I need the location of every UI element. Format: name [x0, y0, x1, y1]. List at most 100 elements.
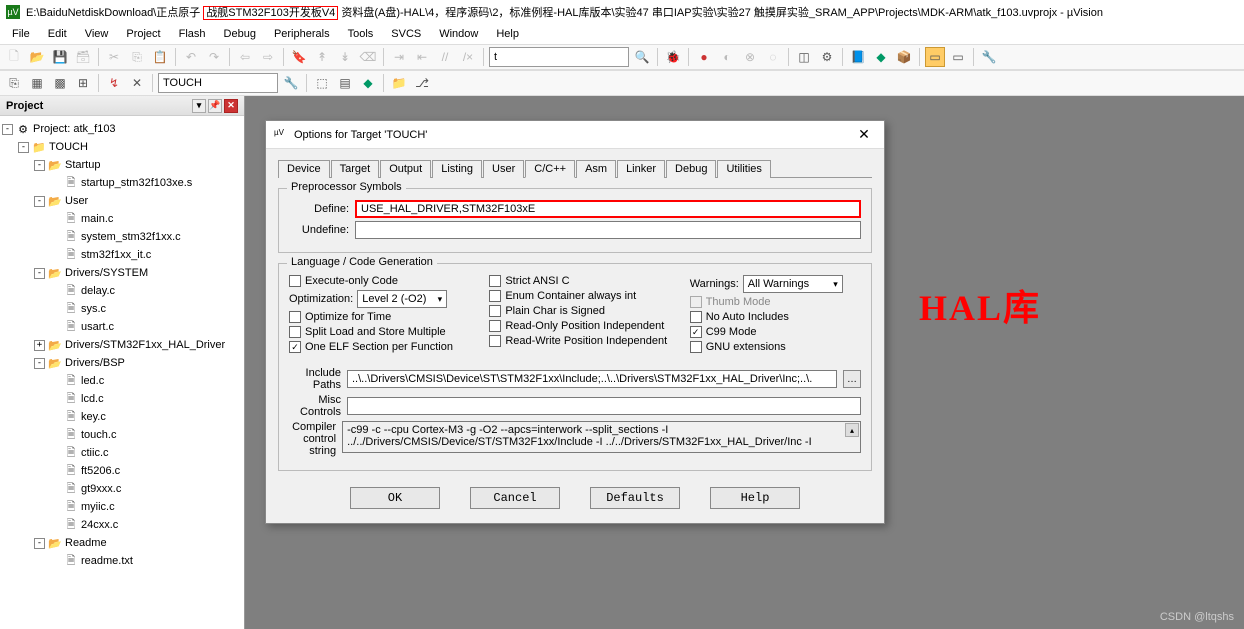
- tree-group[interactable]: -📂Drivers/SYSTEM: [2, 264, 242, 282]
- download-icon[interactable]: ↯: [104, 73, 124, 93]
- tree-group[interactable]: -📂Readme: [2, 534, 242, 552]
- copy-icon[interactable]: ⎘: [127, 47, 147, 67]
- menu-tools[interactable]: Tools: [340, 26, 382, 42]
- option-split-load-and-store-multiple[interactable]: Split Load and Store Multiple: [289, 326, 479, 338]
- view2-icon[interactable]: ▭: [948, 47, 968, 67]
- tree-group[interactable]: -📂Startup: [2, 156, 242, 174]
- tree-file[interactable]: 🗎readme.txt: [2, 552, 242, 570]
- option-read-write-position-independent[interactable]: Read-Write Position Independent: [489, 335, 679, 347]
- tree-file[interactable]: 🗎ctiic.c: [2, 444, 242, 462]
- window-icon[interactable]: ◫: [794, 47, 814, 67]
- nav-back-icon[interactable]: ⇦: [235, 47, 255, 67]
- manage-rte-icon[interactable]: ◆: [871, 47, 891, 67]
- tree-file[interactable]: 🗎sys.c: [2, 300, 242, 318]
- tab-output[interactable]: Output: [380, 160, 431, 178]
- option-no-auto-includes[interactable]: No Auto Includes: [690, 311, 861, 323]
- pane-close-icon[interactable]: ✕: [224, 99, 238, 113]
- dialog-close-icon[interactable]: ✕: [852, 126, 876, 143]
- new-icon[interactable]: 🗋: [4, 47, 24, 67]
- debug-icon[interactable]: 🐞: [663, 47, 683, 67]
- rebuild-icon[interactable]: ▩: [50, 73, 70, 93]
- open-icon[interactable]: 📂: [27, 47, 47, 67]
- wrench-icon[interactable]: 🔧: [979, 47, 999, 67]
- option-enum-container-always-int[interactable]: Enum Container always int: [489, 290, 679, 302]
- folder-icon[interactable]: 📁: [389, 73, 409, 93]
- nav-fwd-icon[interactable]: ⇨: [258, 47, 278, 67]
- tree-file[interactable]: 🗎myiic.c: [2, 498, 242, 516]
- tree-toggle-icon[interactable]: -: [34, 160, 45, 171]
- pane-pin-icon[interactable]: 📌: [208, 99, 222, 113]
- defaults-button[interactable]: Defaults: [590, 487, 680, 509]
- target-options-icon[interactable]: 🔧: [281, 73, 301, 93]
- menu-flash[interactable]: Flash: [171, 26, 214, 42]
- menu-view[interactable]: View: [77, 26, 117, 42]
- tree-toggle-icon[interactable]: -: [34, 268, 45, 279]
- tab-asm[interactable]: Asm: [576, 160, 616, 178]
- option-plain-char-is-signed[interactable]: Plain Char is Signed: [489, 305, 679, 317]
- save-all-icon[interactable]: 🗃: [73, 47, 93, 67]
- target-combo[interactable]: TOUCH: [158, 73, 278, 93]
- tree-file[interactable]: 🗎delay.c: [2, 282, 242, 300]
- indent-icon[interactable]: ⇥: [389, 47, 409, 67]
- option-optimize-for-time[interactable]: Optimize for Time: [289, 311, 479, 323]
- find-icon[interactable]: 🔍: [632, 47, 652, 67]
- include-paths-input[interactable]: ..\..\Drivers\CMSIS\Device\ST\STM32F1xx\…: [347, 370, 837, 388]
- pane-dropdown-icon[interactable]: ▾: [192, 99, 206, 113]
- tree-file[interactable]: 🗎24cxx.c: [2, 516, 242, 534]
- build-icon[interactable]: ▦: [27, 73, 47, 93]
- tree-toggle-icon[interactable]: -: [2, 124, 13, 135]
- option-one-elf-section-per-function[interactable]: ✓One ELF Section per Function: [289, 341, 479, 353]
- warnings-select[interactable]: All Warnings: [743, 275, 843, 293]
- tree-file[interactable]: 🗎led.c: [2, 372, 242, 390]
- config-icon[interactable]: ⚙: [817, 47, 837, 67]
- uncomment-icon[interactable]: /×: [458, 47, 478, 67]
- manage-project-icon[interactable]: ⬚: [312, 73, 332, 93]
- include-browse-button[interactable]: …: [843, 370, 861, 388]
- select-packs-icon[interactable]: ◆: [358, 73, 378, 93]
- menu-project[interactable]: Project: [118, 26, 168, 42]
- option-c---mode[interactable]: ✓C99 Mode: [690, 326, 861, 338]
- bookmark-icon[interactable]: 🔖: [289, 47, 309, 67]
- tree-group[interactable]: -📂User: [2, 192, 242, 210]
- tree-file[interactable]: 🗎key.c: [2, 408, 242, 426]
- tree-toggle-icon[interactable]: -: [34, 196, 45, 207]
- bookmark-prev-icon[interactable]: ↟: [312, 47, 332, 67]
- misc-controls-input[interactable]: [347, 397, 861, 415]
- tree-file[interactable]: 🗎system_stm32f1xx.c: [2, 228, 242, 246]
- menu-svcs[interactable]: SVCS: [383, 26, 429, 42]
- tree-file[interactable]: 🗎touch.c: [2, 426, 242, 444]
- undo-icon[interactable]: ↶: [181, 47, 201, 67]
- scroll-up-icon[interactable]: ▴: [845, 423, 859, 437]
- tree-toggle-icon[interactable]: -: [34, 538, 45, 549]
- ok-button[interactable]: OK: [350, 487, 440, 509]
- tab-linker[interactable]: Linker: [617, 160, 665, 178]
- tree-toggle-icon[interactable]: -: [34, 358, 45, 369]
- comment-icon[interactable]: //: [435, 47, 455, 67]
- breakpoint-toggle-icon[interactable]: ◐: [717, 47, 737, 67]
- optimization-select[interactable]: Level 2 (-O2): [357, 290, 447, 308]
- tab-user[interactable]: User: [483, 160, 524, 178]
- tree-file[interactable]: 🗎ft5206.c: [2, 462, 242, 480]
- tree-file[interactable]: 🗎stm32f1xx_it.c: [2, 246, 242, 264]
- bookmark-next-icon[interactable]: ↡: [335, 47, 355, 67]
- breakpoint-kill-icon[interactable]: ⊗: [740, 47, 760, 67]
- option-gnu-extensions[interactable]: GNU extensions: [690, 341, 861, 353]
- stop-build-icon[interactable]: ✕: [127, 73, 147, 93]
- view1-icon[interactable]: ▭: [925, 47, 945, 67]
- menu-edit[interactable]: Edit: [40, 26, 75, 42]
- undefine-input[interactable]: [355, 221, 861, 239]
- tree-group[interactable]: +📂Drivers/STM32F1xx_HAL_Driver: [2, 336, 242, 354]
- cancel-button[interactable]: Cancel: [470, 487, 560, 509]
- tree-group[interactable]: -📂Drivers/BSP: [2, 354, 242, 372]
- outdent-icon[interactable]: ⇤: [412, 47, 432, 67]
- tree-file[interactable]: 🗎usart.c: [2, 318, 242, 336]
- find-combo[interactable]: t: [489, 47, 629, 67]
- define-input[interactable]: USE_HAL_DRIVER,STM32F103xE: [355, 200, 861, 218]
- tree-file[interactable]: 🗎lcd.c: [2, 390, 242, 408]
- tab-utilities[interactable]: Utilities: [717, 160, 770, 178]
- paste-icon[interactable]: 📋: [150, 47, 170, 67]
- tab-device[interactable]: Device: [278, 160, 330, 178]
- tab-listing[interactable]: Listing: [432, 160, 482, 178]
- tree-file[interactable]: 🗎startup_stm32f103xe.s: [2, 174, 242, 192]
- tab-debug[interactable]: Debug: [666, 160, 716, 178]
